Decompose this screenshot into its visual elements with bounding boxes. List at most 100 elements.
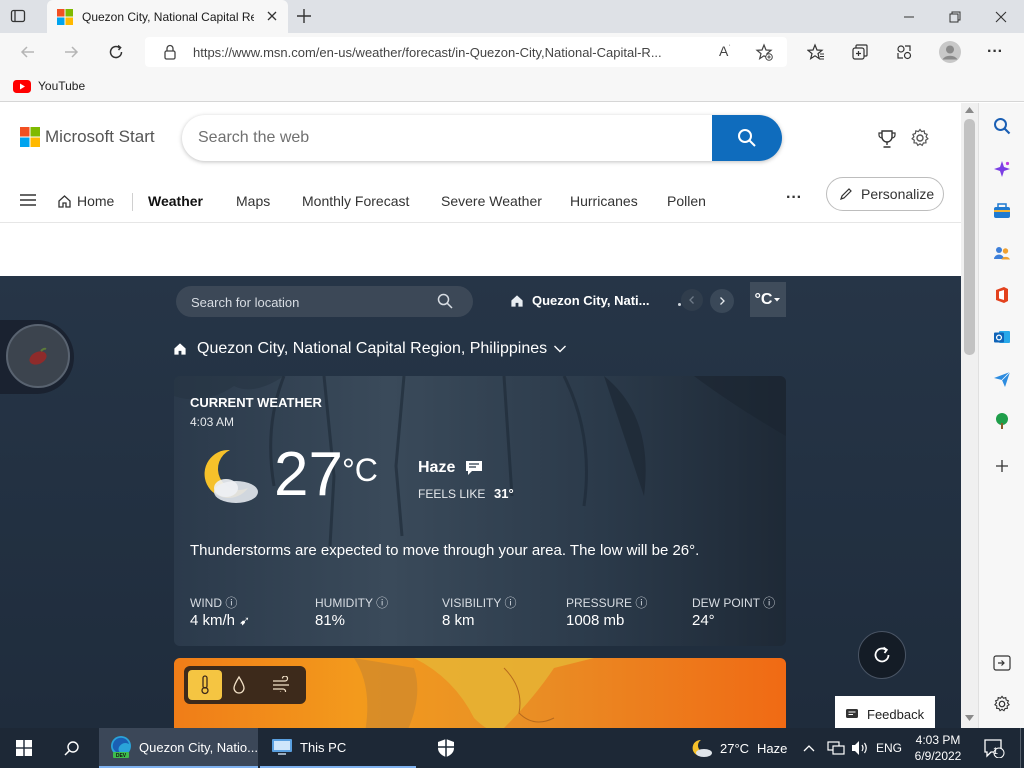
- nav-pollen[interactable]: Pollen: [667, 193, 706, 209]
- unit-selector[interactable]: °C: [750, 282, 786, 317]
- nav-weather[interactable]: Weather: [148, 193, 203, 209]
- nav-maps[interactable]: Maps: [236, 193, 270, 209]
- moon-cloud-icon: [192, 444, 264, 508]
- favorites-icon[interactable]: [799, 33, 833, 71]
- settings-gear-icon[interactable]: [910, 128, 930, 148]
- language-indicator[interactable]: ENG: [876, 728, 902, 768]
- temperature-layer-button[interactable]: [188, 670, 222, 700]
- nav-more-icon[interactable]: ···: [786, 189, 802, 207]
- sidebar-tree-icon[interactable]: [979, 406, 1024, 436]
- sidebar-send-icon[interactable]: [979, 364, 1024, 394]
- floating-widget-button[interactable]: [6, 324, 70, 388]
- read-aloud-icon[interactable]: Aʾ: [719, 43, 731, 59]
- start-button[interactable]: [0, 728, 48, 768]
- nav-home[interactable]: Home: [57, 193, 114, 209]
- scroll-up-arrow-icon[interactable]: [965, 107, 974, 113]
- microsoft-logo-icon: [20, 127, 40, 147]
- back-arrow-icon[interactable]: [11, 33, 45, 71]
- saved-location-chip[interactable]: Quezon City, Nati...: [510, 293, 650, 308]
- taskbar-weather-widget[interactable]: 27°C Haze: [690, 728, 787, 768]
- search-button[interactable]: [712, 115, 782, 161]
- nav-severe-weather[interactable]: Severe Weather: [441, 193, 542, 209]
- extensions-icon[interactable]: [887, 33, 921, 71]
- location-search-input[interactable]: Search for location: [176, 286, 473, 317]
- favorite-label: YouTube: [38, 79, 86, 93]
- moon-cloud-icon: [692, 739, 712, 757]
- address-bar[interactable]: https://www.msn.com/en-us/weather/foreca…: [145, 37, 787, 67]
- weather-map[interactable]: [174, 658, 786, 728]
- stat-humidity-value: 81%: [315, 612, 346, 629]
- sidebar-hide-icon[interactable]: [979, 648, 1024, 678]
- chat-bubble-icon[interactable]: [465, 460, 483, 476]
- taskbar-security-icon[interactable]: [432, 728, 460, 768]
- sidebar-copilot-icon[interactable]: [979, 154, 1024, 184]
- sidebar-shopping-icon[interactable]: [979, 196, 1024, 226]
- windows-taskbar: DEV Quezon City, Natio... This PC 27°C H…: [0, 728, 1024, 768]
- sidebar-add-icon[interactable]: [979, 451, 1024, 481]
- sidebar-outlook-icon[interactable]: [979, 322, 1024, 352]
- sidebar-office-icon[interactable]: [979, 280, 1024, 310]
- temperature-unit: °C: [342, 452, 378, 488]
- rewards-trophy-icon[interactable]: [877, 129, 897, 149]
- feedback-button[interactable]: Feedback: [835, 696, 935, 728]
- nav-hurricanes[interactable]: Hurricanes: [570, 193, 638, 209]
- info-icon: ⓘ: [635, 596, 648, 610]
- refresh-icon[interactable]: [99, 33, 133, 71]
- minimize-button[interactable]: [886, 0, 932, 33]
- taskbar-app-edge[interactable]: DEV Quezon City, Natio...: [99, 728, 258, 768]
- tab-title: Quezon City, National Capital Re: [82, 9, 254, 24]
- page-scrollbar[interactable]: [961, 103, 978, 728]
- notification-center-icon[interactable]: 1: [980, 728, 1008, 768]
- volume-icon[interactable]: [851, 728, 869, 768]
- web-search-input[interactable]: Search the web: [182, 115, 782, 161]
- chevron-down-icon: [554, 345, 567, 353]
- hamburger-menu-icon[interactable]: [19, 193, 37, 207]
- prev-location-button[interactable]: [681, 289, 703, 311]
- wind-layer-button[interactable]: [272, 676, 292, 692]
- current-temperature: 27: [274, 440, 343, 509]
- sidebar-settings-icon[interactable]: [979, 689, 1024, 719]
- svg-text:DEV: DEV: [116, 753, 127, 759]
- close-tab-icon[interactable]: [265, 9, 279, 23]
- edge-dev-icon: DEV: [111, 736, 131, 759]
- add-favorite-icon[interactable]: [755, 43, 773, 61]
- chevron-down-icon: [774, 297, 781, 301]
- nav-monthly-forecast[interactable]: Monthly Forecast: [302, 193, 409, 209]
- browser-tab[interactable]: Quezon City, National Capital Re: [47, 0, 288, 33]
- windows-logo-icon: [16, 740, 32, 756]
- restore-button[interactable]: [932, 0, 978, 33]
- scroll-down-arrow-icon[interactable]: [965, 715, 974, 721]
- stat-wind-value: 4 km/h ➹: [190, 612, 251, 629]
- tab-actions-icon[interactable]: [10, 8, 26, 24]
- microsoft-start-logo[interactable]: Microsoft Start: [20, 127, 155, 147]
- collections-icon[interactable]: [843, 33, 877, 71]
- location-title[interactable]: Quezon City, National Capital Region, Ph…: [173, 340, 567, 358]
- close-window-button[interactable]: [978, 0, 1024, 33]
- sidebar-search-icon[interactable]: [979, 111, 1024, 141]
- refresh-icon: [874, 646, 890, 663]
- personalize-button[interactable]: Personalize: [826, 177, 944, 211]
- refresh-weather-button[interactable]: [858, 631, 906, 679]
- precipitation-layer-button[interactable]: [232, 675, 246, 695]
- new-tab-icon[interactable]: [295, 7, 313, 25]
- forward-arrow-icon[interactable]: [54, 33, 88, 71]
- brand-name: Microsoft Start: [45, 127, 155, 146]
- tray-show-hidden-icon[interactable]: [803, 728, 815, 768]
- home-icon: [58, 194, 71, 208]
- notification-count: 1: [993, 746, 999, 756]
- network-icon[interactable]: [827, 728, 845, 768]
- favorite-youtube[interactable]: YouTube: [13, 79, 85, 93]
- sidebar-people-icon[interactable]: [979, 238, 1024, 268]
- settings-more-icon[interactable]: ···: [978, 33, 1012, 71]
- weather-summary: Thunderstorms are expected to move throu…: [190, 542, 700, 559]
- show-desktop-button[interactable]: [1020, 728, 1024, 768]
- profile-avatar[interactable]: [933, 33, 967, 71]
- taskbar-search-button[interactable]: [48, 728, 96, 768]
- search-icon[interactable]: [437, 293, 453, 309]
- stat-visibility-label: VISIBILITY ⓘ: [442, 596, 517, 610]
- next-location-button[interactable]: [710, 289, 734, 313]
- taskbar-app-this-pc[interactable]: This PC: [260, 728, 416, 768]
- scroll-thumb[interactable]: [964, 119, 975, 355]
- lock-icon[interactable]: [163, 44, 177, 60]
- clock[interactable]: 4:03 PM 6/9/2022: [912, 728, 964, 768]
